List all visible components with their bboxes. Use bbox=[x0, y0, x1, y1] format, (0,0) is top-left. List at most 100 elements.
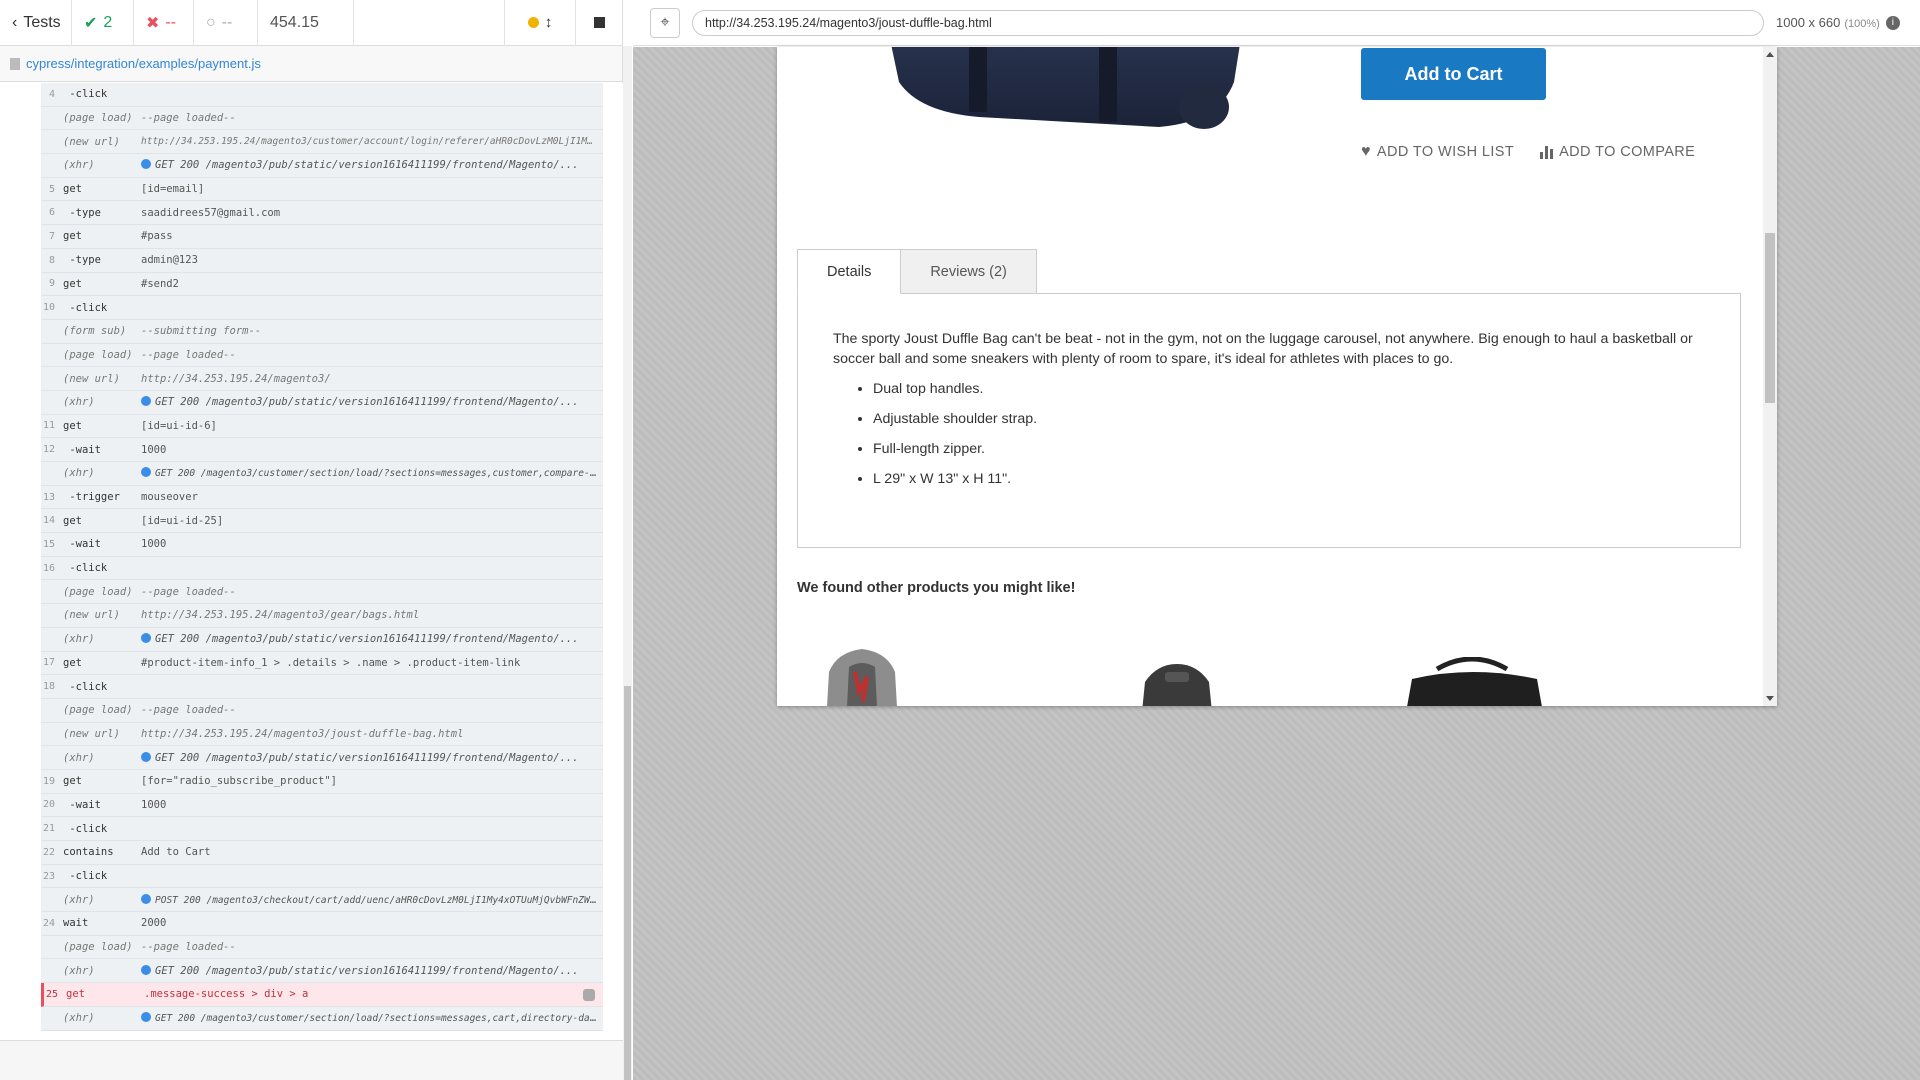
tab-details[interactable]: Details bbox=[797, 249, 902, 294]
add-to-cart-button[interactable]: Add to Cart bbox=[1361, 48, 1546, 100]
command-row[interactable]: (xhr) GET 200 /magento3/customer/section/… bbox=[41, 462, 603, 486]
aut-url: http://34.253.195.24/magento3/joust-duff… bbox=[705, 15, 992, 30]
aut-scrollbar[interactable] bbox=[1763, 47, 1777, 706]
command-number: 25 bbox=[45, 988, 58, 1000]
related-product-backpack-image[interactable] bbox=[817, 647, 907, 706]
command-message: #product-item-info_1 > .details > .name … bbox=[141, 656, 521, 669]
command-row[interactable]: 7 get #pass bbox=[41, 225, 603, 249]
command-row[interactable]: (xhr) POST 200 /magento3/checkout/cart/ad… bbox=[41, 888, 603, 913]
info-icon[interactable]: i bbox=[1885, 15, 1900, 30]
command-number: 14 bbox=[42, 515, 55, 527]
command-log: 4 -click (page load) --page loaded-- (new u… bbox=[0, 83, 623, 1040]
spec-path[interactable]: cypress/integration/examples/payment.js bbox=[0, 46, 622, 82]
feature-item: L 29" x W 13" x H 11". bbox=[873, 469, 1705, 489]
command-name: -type bbox=[63, 206, 101, 219]
command-message: http://34.253.195.24/magento3/customer/a… bbox=[141, 136, 603, 148]
duffle-bag-image bbox=[891, 47, 1240, 129]
command-row[interactable]: (xhr) GET 200 /magento3/customer/section/… bbox=[41, 1007, 603, 1031]
command-row[interactable]: 5 get [id=email] bbox=[41, 178, 603, 202]
command-row[interactable]: 15 -wait 1000 bbox=[41, 533, 603, 557]
command-name: -type bbox=[63, 254, 101, 267]
feature-item: Adjustable shoulder strap. bbox=[873, 409, 1705, 429]
tests-button[interactable]: ‹ Tests bbox=[0, 0, 72, 46]
add-to-wishlist-link[interactable]: ♥ ADD TO WISH LIST bbox=[1361, 143, 1514, 161]
xhr-message-text: GET 200 /magento3/pub/static/version1616… bbox=[155, 964, 579, 977]
command-message: GET 200 /magento3/pub/static/version1616… bbox=[141, 633, 603, 645]
command-row[interactable]: (new url) http://34.253.195.24/magento3/ bbox=[41, 367, 603, 391]
command-name: get bbox=[66, 988, 85, 1001]
aut-iframe: Add to Cart ♥ ADD TO WISH LIST ADD TO CO… bbox=[777, 47, 1777, 706]
command-message: admin@123 bbox=[141, 254, 198, 267]
stop-button[interactable] bbox=[576, 0, 622, 46]
command-name: (xhr) bbox=[63, 964, 95, 977]
command-row[interactable]: 13 -trigger mouseover bbox=[41, 486, 603, 510]
command-number: 6 bbox=[48, 207, 55, 219]
command-row[interactable]: 8 -type admin@123 bbox=[41, 249, 603, 273]
command-row[interactable]: (form sub) --submitting form-- bbox=[41, 320, 603, 344]
command-row[interactable]: 4 -click bbox=[41, 83, 603, 107]
command-message: GET 200 /magento3/pub/static/version1616… bbox=[141, 159, 603, 171]
aut-scrollbar-thumb[interactable] bbox=[1765, 233, 1775, 403]
reporter-scrollbar[interactable] bbox=[623, 46, 632, 1080]
autoscroll-toggle[interactable]: ↕ bbox=[504, 0, 576, 46]
command-row[interactable]: 19 get [for="radio_subscribe_product"] bbox=[41, 770, 603, 794]
command-row[interactable]: 14 get [id=ui-id-25] bbox=[41, 509, 603, 534]
xhr-status-icon bbox=[141, 396, 151, 407]
command-row[interactable]: (xhr) GET 200 /magento3/pub/static/versio… bbox=[41, 959, 603, 984]
command-row[interactable]: 9 get #send2 bbox=[41, 273, 603, 297]
command-message: --page loaded-- bbox=[141, 704, 236, 717]
command-row[interactable]: (page load) --page loaded-- bbox=[41, 580, 603, 605]
command-row[interactable]: 22 contains Add to Cart bbox=[41, 841, 603, 865]
add-to-compare-link[interactable]: ADD TO COMPARE bbox=[1540, 143, 1695, 161]
command-row[interactable]: 6 -type saadidrees57@gmail.com bbox=[41, 201, 603, 226]
command-row[interactable]: (xhr) GET 200 /magento3/pub/static/versio… bbox=[41, 628, 603, 652]
xhr-message-text: POST 200 /magento3/checkout/cart/add/uen… bbox=[155, 894, 603, 906]
command-row[interactable]: 10 -click bbox=[41, 296, 603, 320]
feature-item: Dual top handles. bbox=[873, 379, 1705, 399]
command-row[interactable]: 16 -click bbox=[41, 557, 603, 581]
product-description: The sporty Joust Duffle Bag can't be bea… bbox=[833, 331, 1693, 367]
tab-reviews[interactable]: Reviews (2) bbox=[900, 249, 1037, 294]
command-row[interactable]: 23 -click bbox=[41, 865, 603, 889]
command-name: (xhr) bbox=[63, 751, 95, 764]
reporter-scrollbar-thumb[interactable] bbox=[624, 686, 631, 1080]
command-row[interactable]: (new url) http://34.253.195.24/magento3/c… bbox=[41, 130, 603, 155]
compare-bars-icon bbox=[1540, 145, 1554, 159]
command-row[interactable]: (page load) --page loaded-- bbox=[41, 344, 603, 368]
command-row[interactable]: (xhr) GET 200 /magento3/pub/static/versio… bbox=[41, 154, 603, 178]
tests-label: Tests bbox=[23, 13, 61, 31]
command-number: 19 bbox=[42, 775, 55, 787]
command-message: GET 200 /magento3/pub/static/version1616… bbox=[141, 964, 603, 977]
scroll-up-arrow-icon[interactable] bbox=[1766, 52, 1774, 57]
command-row[interactable]: 12 -wait 1000 bbox=[41, 438, 603, 462]
command-row[interactable]: 17 get #product-item-info_1 > .details > .… bbox=[41, 652, 603, 676]
command-message: .message-success > div > a bbox=[144, 988, 309, 1001]
related-product-bag-image[interactable] bbox=[1407, 657, 1542, 706]
viewport-zoom: (100%) bbox=[1844, 18, 1880, 30]
command-name: wait bbox=[63, 917, 89, 930]
command-row-failed[interactable]: 25 get .message-success > div > a bbox=[41, 983, 603, 1007]
selector-playground-button[interactable]: ⌖ bbox=[650, 7, 680, 38]
command-row[interactable]: 21 -click bbox=[41, 817, 603, 841]
command-row[interactable]: 24 wait 2000 bbox=[41, 912, 603, 936]
command-row[interactable]: (new url) http://34.253.195.24/magento3/g… bbox=[41, 604, 603, 628]
command-row[interactable]: (page load) --page loaded-- bbox=[41, 107, 603, 131]
command-row[interactable]: 11 get [id=ui-id-6] bbox=[41, 415, 603, 439]
command-row[interactable]: 18 -click bbox=[41, 675, 603, 699]
command-message: GET 200 /magento3/customer/section/load/… bbox=[141, 467, 603, 479]
command-row[interactable]: (page load) --page loaded-- bbox=[41, 699, 603, 723]
command-row[interactable]: (xhr) GET 200 /magento3/pub/static/versio… bbox=[41, 746, 603, 770]
error-badge-icon[interactable] bbox=[583, 989, 595, 1002]
command-row[interactable]: (new url) http://34.253.195.24/magento3/j… bbox=[41, 723, 603, 747]
aut-url-bar[interactable]: http://34.253.195.24/magento3/joust-duff… bbox=[692, 9, 1764, 36]
command-name: -click bbox=[63, 562, 108, 575]
related-product-backpack-image[interactable] bbox=[1137, 662, 1217, 706]
xhr-message-text: GET 200 /magento3/pub/static/version1616… bbox=[155, 396, 579, 409]
command-row[interactable]: (page load) --page loaded-- bbox=[41, 936, 603, 960]
scroll-down-arrow-icon[interactable] bbox=[1766, 696, 1774, 701]
command-message: [for="radio_subscribe_product"] bbox=[141, 775, 337, 788]
command-name: -click bbox=[63, 88, 108, 101]
command-row[interactable]: (xhr) GET 200 /magento3/pub/static/versio… bbox=[41, 391, 603, 415]
command-name: (page load) bbox=[63, 941, 133, 954]
command-row[interactable]: 20 -wait 1000 bbox=[41, 794, 603, 818]
